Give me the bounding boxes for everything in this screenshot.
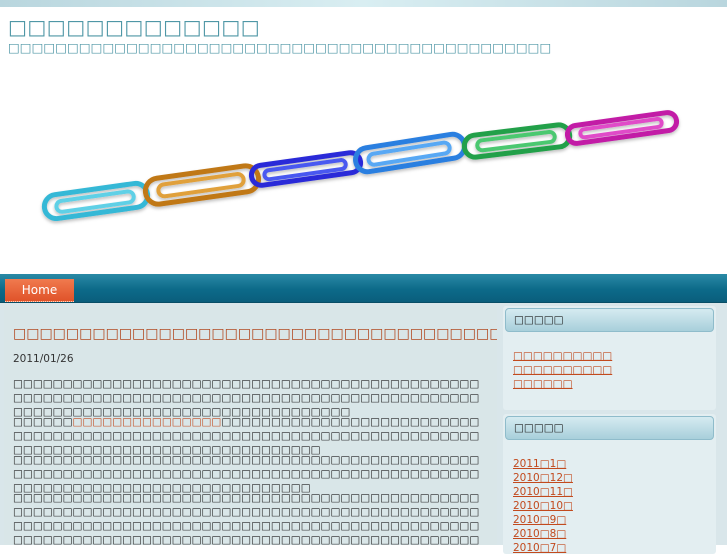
post-title[interactable]: □□□□□□□□□□□□□□□□□□□□□□□□□□□□□□□□□□□□□□□□… [13,326,497,342]
archive-link[interactable]: 2011□1□ [513,458,566,470]
archive-item: 2010□11□ [513,485,716,499]
post-paragraph-3: □□□□□□□□□□□□□□□□□□□□□□□□□□□□□□□□□□□□□□□□… [13,454,480,494]
archive-item: 2010□10□ [513,499,716,513]
archive-item: 2010□9□ [513,513,716,527]
sidebar: □□□□□ □□□□□□□□□□ □□□□□□□□□□ □□□□□□ □□□□□… [503,306,723,554]
widget-title: □□□□□ [505,308,714,332]
post-inline-link[interactable]: □□□□□□□□□□□□□□□ [73,416,222,428]
list-item: □□□□□□ [513,377,716,391]
archive-link[interactable]: 2010□12□ [513,472,573,484]
archive-item: 2010□7□ [513,541,716,555]
list-item: □□□□□□□□□□ [513,363,716,377]
site-tagline: □□□□□□□□□□□□□□□□□□□□□□□□□□□□□□□□□□□□□□□□… [8,40,552,55]
archive-item: 2010□8□ [513,527,716,541]
sidebar-widget-1: □□□□□ □□□□□□□□□□ □□□□□□□□□□ □□□□□□ [503,306,716,410]
sidebar-link[interactable]: □□□□□□ [513,378,573,390]
archive-item: 2011□1□ [513,457,716,471]
main-content: □□□□□□□□□□□□□□□□□□□□□□□□□□□□□□□□□□□□□□□□… [4,306,497,545]
top-decor-strip [0,0,727,7]
post-paragraph-2: □□□□□□□□□□□□□□□□□□□□□□□□□□□□□□□□□□□□□□□□… [13,415,489,457]
post-paragraph-1: □□□□□□□□□□□□□□□□□□□□□□□□□□□□□□□□□□□□□□□□… [13,378,480,418]
sidebar-link[interactable]: □□□□□□□□□□ [513,364,612,376]
archive-item: 2010□12□ [513,471,716,485]
site-title[interactable]: □□□□□□□□□□□□□ [8,15,260,39]
sidebar-link[interactable]: □□□□□□□□□□ [513,350,612,362]
widget-title: □□□□□ [505,416,714,440]
main-nav: Home [0,274,727,303]
sidebar-widget-2: □□□□□ 2011□1□ 2010□12□ 2010□11□ 2010□10□… [503,414,716,554]
archive-link[interactable]: 2010□7□ [513,542,566,554]
paragraph-text: □□□□□□ [13,416,73,428]
archive-link[interactable]: 2010□8□ [513,528,566,540]
post-paragraph-4: □□□□□□□□□□□□□□□□□□□□□□□□□□□□□□□□□□□□□□□□… [13,492,480,545]
nav-home-link[interactable]: Home [5,279,74,302]
archive-link[interactable]: 2010□10□ [513,500,573,512]
post-date: 2011/01/26 [13,353,74,365]
list-item: □□□□□□□□□□ [513,349,716,363]
paperclip-chain-image [41,110,680,222]
archive-link[interactable]: 2010□9□ [513,514,566,526]
archive-link[interactable]: 2010□11□ [513,486,573,498]
